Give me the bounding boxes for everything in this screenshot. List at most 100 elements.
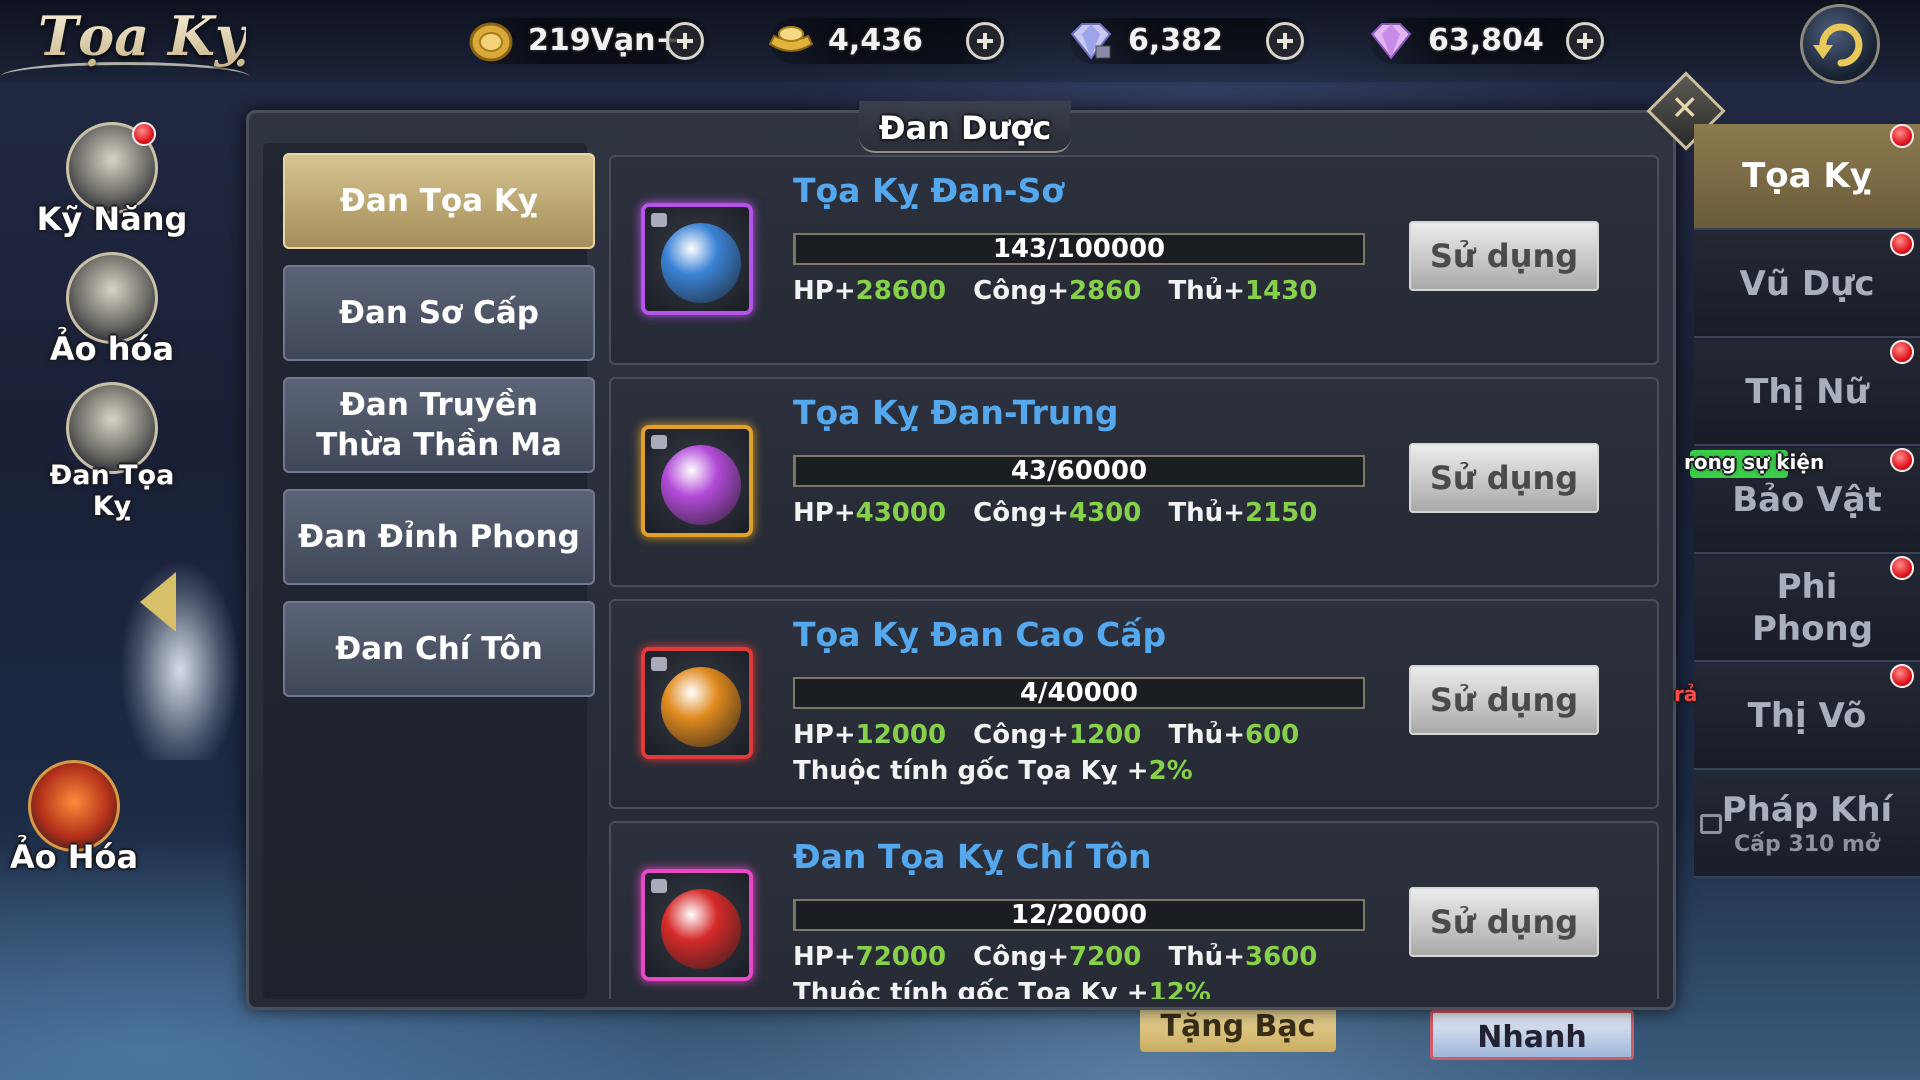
stat-value: 43000 xyxy=(855,498,947,528)
right-tab-guard[interactable]: Thị Võ xyxy=(1694,664,1920,770)
stat-key: Công+ xyxy=(973,942,1069,972)
add-bound-diamond-button[interactable] xyxy=(1266,22,1304,60)
stat-value: 12% xyxy=(1148,978,1211,999)
pill-icon[interactable] xyxy=(641,869,753,981)
stat-key: Thủ+ xyxy=(1168,498,1245,528)
add-ingot-button[interactable] xyxy=(966,22,1004,60)
stat-value: 7200 xyxy=(1069,942,1142,972)
progress-bar: 4/40000 xyxy=(793,677,1365,709)
stat-key: HP+ xyxy=(793,720,856,750)
list-item: Đan Tọa Kỵ Chí Tôn 12/20000 HP+72000 Côn… xyxy=(609,821,1659,999)
currency-bound-diamond-value: 6,382 xyxy=(1128,23,1223,58)
quick-button[interactable]: Nhanh xyxy=(1430,1010,1634,1060)
tab-heritage-pill[interactable]: Đan Truyền Thừa Thần Ma xyxy=(283,377,595,473)
progress-text: 12/20000 xyxy=(1010,900,1148,930)
stat-key: HP+ xyxy=(793,498,856,528)
stat-key: Thuộc tính gốc Tọa Kỵ + xyxy=(793,756,1149,786)
progress-bar: 43/60000 xyxy=(793,455,1365,487)
right-tab-wings[interactable]: Vũ Dực xyxy=(1694,232,1920,338)
right-tab-artifact[interactable]: Pháp Khí Cấp 310 mở xyxy=(1694,772,1920,878)
diamond-icon xyxy=(1370,23,1412,60)
progress-bar: 12/20000 xyxy=(793,899,1365,931)
right-tab-label: Thị Nữ xyxy=(1745,372,1869,412)
right-tab-maid[interactable]: Thị Nữ xyxy=(1694,340,1920,446)
add-diamond-button[interactable] xyxy=(1566,22,1604,60)
tab-column: Đan Tọa Kỵ Đan Sơ Cấp Đan Truyền Thừa Th… xyxy=(263,143,595,999)
pill-icon[interactable] xyxy=(641,203,753,315)
tab-basic-pill[interactable]: Đan Sơ Cấp xyxy=(283,265,595,361)
currency-diamond: 63,804 xyxy=(1370,18,1610,64)
progress-bar: 143/100000 xyxy=(793,233,1365,265)
notification-dot xyxy=(1890,232,1914,256)
pill-sphere-icon xyxy=(661,889,741,969)
stat-value: 1430 xyxy=(1244,276,1318,306)
gold-coin-icon xyxy=(469,22,513,62)
right-tab-label: Vũ Dực xyxy=(1739,264,1875,304)
use-button[interactable]: Sử dụng xyxy=(1409,887,1599,957)
tab-mount-pill[interactable]: Đan Tọa Kỵ xyxy=(283,153,595,249)
stat-key: Công+ xyxy=(973,498,1069,528)
stat-key: Thuộc tính gốc Tọa Kỵ + xyxy=(793,978,1149,999)
stat-value: 12000 xyxy=(855,720,947,750)
pill-sphere-icon xyxy=(661,445,741,525)
right-tab-cloak[interactable]: Phi Phong xyxy=(1694,556,1920,662)
list-item: Tọa Kỵ Đan Cao Cấp 4/40000 HP+12000 Công… xyxy=(609,599,1659,809)
add-gold-button[interactable] xyxy=(666,22,704,60)
item-name: Tọa Kỵ Đan-Trung xyxy=(793,393,1119,432)
lock-icon xyxy=(651,435,667,449)
side-fragment-text: rả xyxy=(1674,682,1698,706)
stat-key: Công+ xyxy=(973,276,1069,306)
tab-peak-pill[interactable]: Đan Đỉnh Phong xyxy=(283,489,595,585)
event-tag[interactable]: rong sự kiện xyxy=(1684,450,1824,474)
right-tab-sublabel: Cấp 310 mở xyxy=(1733,832,1881,857)
use-button[interactable]: Sử dụng xyxy=(1409,443,1599,513)
arrow-icon[interactable] xyxy=(140,572,176,632)
wing-decoration xyxy=(110,560,250,760)
lock-icon xyxy=(1700,814,1722,834)
stat-key: Thủ+ xyxy=(1168,276,1245,306)
tab-supreme-pill[interactable]: Đan Chí Tôn xyxy=(283,601,595,697)
stat-key: Thủ+ xyxy=(1168,720,1245,750)
notification-dot xyxy=(132,122,156,146)
stat-value: 28600 xyxy=(855,276,947,306)
panel-title: Đan Dược xyxy=(878,109,1052,147)
pill-icon[interactable] xyxy=(641,647,753,759)
left-menu-label: Kỹ Năng xyxy=(36,200,188,238)
pill-list: Tọa Kỵ Đan-Sơ 143/100000 HP+28600 Công+2… xyxy=(597,143,1667,999)
item-name: Tọa Kỵ Đan Cao Cấp xyxy=(793,615,1167,654)
lock-icon xyxy=(651,657,667,671)
pill-sphere-icon xyxy=(661,223,741,303)
right-tab-mount[interactable]: Tọa Kỵ xyxy=(1694,124,1920,230)
right-menu: Tọa Kỵ Vũ Dực Thị Nữ Bảo Vật Phi Phong T… xyxy=(1694,124,1920,884)
stat-value: 3600 xyxy=(1244,942,1318,972)
stat-value: 1200 xyxy=(1069,720,1142,750)
back-arrow-icon xyxy=(1813,23,1863,67)
stat-value: 2150 xyxy=(1244,498,1318,528)
stat-value: 4300 xyxy=(1069,498,1142,528)
stat-key: Công+ xyxy=(973,720,1069,750)
item-name: Đan Tọa Kỵ Chí Tôn xyxy=(793,837,1152,876)
left-menu-phoenix[interactable]: Ảo Hóa xyxy=(0,760,154,876)
item-stats: HP+28600 Công+2860 Thủ+1430 xyxy=(793,273,1393,309)
right-tab-label: Pháp Khí xyxy=(1721,790,1893,830)
left-menu-mount-pill[interactable]: Đan Tọa Kỵ xyxy=(32,382,192,522)
stat-value: 2860 xyxy=(1069,276,1142,306)
pill-icon[interactable] xyxy=(641,425,753,537)
use-button[interactable]: Sử dụng xyxy=(1409,665,1599,735)
stat-key: HP+ xyxy=(793,276,856,306)
page-title: Tọa Kỵ xyxy=(38,4,247,68)
left-menu-transform[interactable]: Ảo hóa xyxy=(32,252,192,368)
list-item: Tọa Kỵ Đan-Trung 43/60000 HP+43000 Công+… xyxy=(609,377,1659,587)
lock-icon xyxy=(651,879,667,893)
bound-diamond-icon xyxy=(1070,23,1112,60)
left-menu-label: Ảo hóa xyxy=(49,330,175,368)
currency-diamond-value: 63,804 xyxy=(1428,23,1544,58)
list-item: Tọa Kỵ Đan-Sơ 143/100000 HP+28600 Công+2… xyxy=(609,155,1659,365)
back-button[interactable] xyxy=(1800,4,1880,84)
notification-dot xyxy=(1890,556,1914,580)
notification-dot xyxy=(1890,448,1914,472)
left-menu-skill[interactable]: Kỹ Năng xyxy=(32,122,192,238)
use-button[interactable]: Sử dụng xyxy=(1409,221,1599,291)
currency-bound-diamond: 6,382 xyxy=(1070,18,1310,64)
left-menu-label: Đan Tọa Kỵ xyxy=(49,460,175,522)
